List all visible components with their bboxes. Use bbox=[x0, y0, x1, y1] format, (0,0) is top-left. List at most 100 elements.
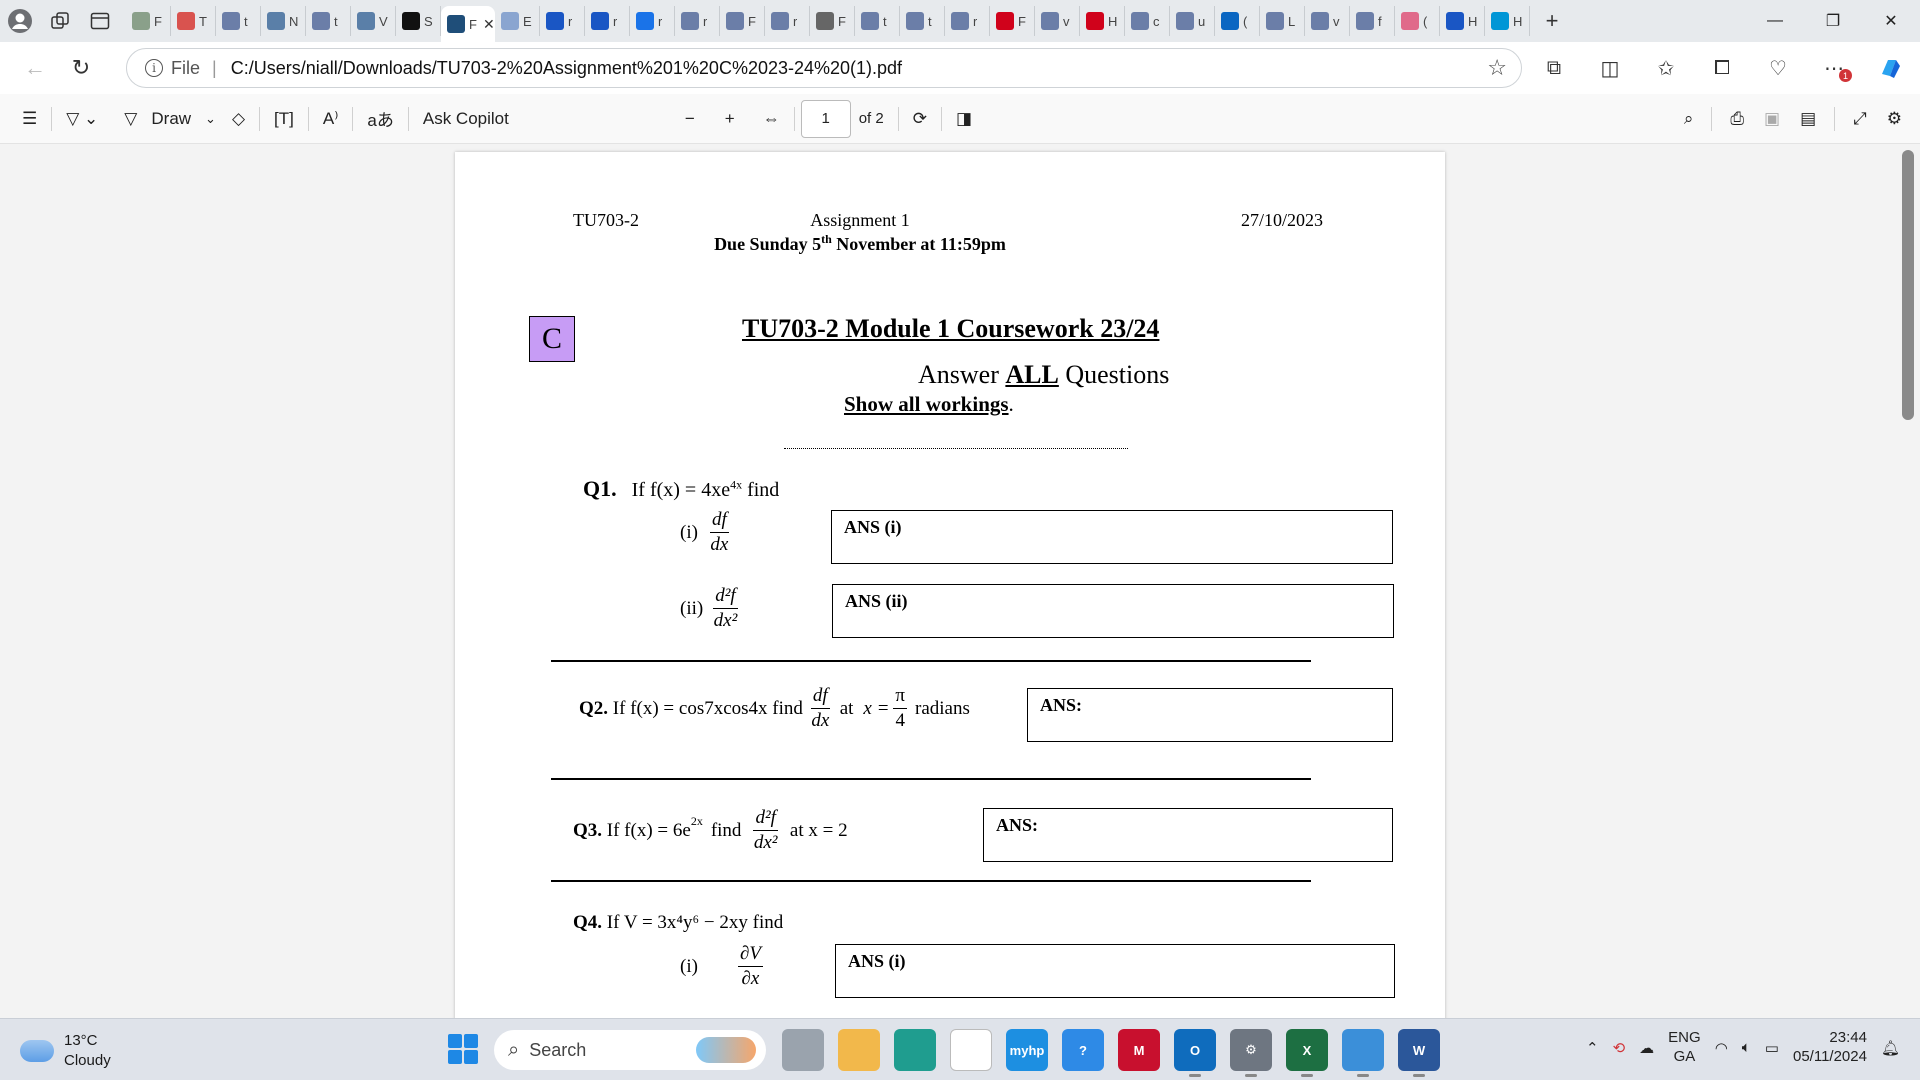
browser-tab[interactable]: F bbox=[126, 6, 171, 36]
read-aloud-button[interactable]: A⁾ bbox=[315, 99, 347, 139]
pdf-viewer[interactable]: TU703-2 Assignment 1 Due Sunday 5th Nove… bbox=[0, 144, 1920, 1018]
taskbar-app-excel[interactable]: X bbox=[1286, 1029, 1328, 1077]
browser-tab[interactable]: F bbox=[810, 6, 855, 36]
taskbar-app-word[interactable]: W bbox=[1398, 1029, 1440, 1077]
find-button[interactable]: ⌕ bbox=[1676, 99, 1702, 139]
fit-page-button[interactable]: ⇔ bbox=[755, 99, 788, 139]
browser-tab[interactable]: F bbox=[720, 6, 765, 36]
browser-tab[interactable]: H bbox=[1440, 6, 1485, 36]
save-as-button[interactable]: ▤ bbox=[1792, 99, 1824, 139]
browser-tab[interactable]: N bbox=[261, 6, 306, 36]
browser-tab[interactable]: L bbox=[1260, 6, 1305, 36]
info-icon[interactable]: i bbox=[145, 59, 163, 77]
close-window-button[interactable]: ✕ bbox=[1862, 0, 1920, 42]
profile-button[interactable] bbox=[0, 4, 40, 38]
browser-tab[interactable]: r bbox=[765, 6, 810, 36]
ask-copilot-button[interactable]: Ask Copilot bbox=[415, 99, 517, 139]
taskbar-app-photos[interactable] bbox=[1342, 1029, 1384, 1077]
onedrive-icon[interactable]: ☁ bbox=[1639, 1039, 1654, 1057]
answer-box-q1-ii[interactable]: ANS (ii) bbox=[832, 584, 1394, 638]
collections-button[interactable]: ⧠ bbox=[1698, 48, 1746, 88]
battery-icon[interactable]: ▭ bbox=[1765, 1039, 1779, 1057]
refresh-button[interactable]: ↻ bbox=[60, 48, 102, 88]
taskbar-app-myhp[interactable]: myhp bbox=[1006, 1029, 1048, 1071]
browser-tab[interactable]: r bbox=[675, 6, 720, 36]
clock[interactable]: 23:44 05/11/2024 bbox=[1793, 1029, 1867, 1067]
translate-button[interactable]: aあ bbox=[359, 99, 401, 139]
save-button[interactable]: ▣ bbox=[1756, 99, 1788, 139]
wifi-icon[interactable]: ◠ bbox=[1715, 1039, 1728, 1057]
browser-tab[interactable]: r bbox=[585, 6, 630, 36]
answer-box-q2[interactable]: ANS: bbox=[1027, 688, 1393, 742]
browser-tab[interactable]: f bbox=[1350, 6, 1395, 36]
page-number-input[interactable]: 1 bbox=[800, 99, 851, 138]
volume-icon[interactable]: 🔈︎ bbox=[1742, 1039, 1751, 1056]
browser-tab[interactable]: t bbox=[216, 6, 261, 36]
print-button[interactable]: ⎙ bbox=[1722, 99, 1752, 139]
workspaces-button[interactable] bbox=[40, 4, 80, 38]
zoom-out-button[interactable]: − bbox=[677, 99, 703, 139]
browser-tab[interactable]: H bbox=[1485, 6, 1530, 36]
settings-more-button[interactable]: ⋯ 1 bbox=[1810, 48, 1858, 88]
copilot-button[interactable] bbox=[1866, 48, 1914, 88]
input-language[interactable]: ENG GA bbox=[1668, 1029, 1701, 1067]
browser-tab[interactable]: r bbox=[540, 6, 585, 36]
extensions-button[interactable]: ⧉ bbox=[1530, 48, 1578, 88]
taskbar-app-help[interactable]: ? bbox=[1062, 1029, 1104, 1071]
taskbar-app-outlook[interactable]: O bbox=[1174, 1029, 1216, 1077]
browser-tab[interactable]: F ✕ bbox=[441, 6, 495, 42]
browser-tab[interactable]: H bbox=[1080, 6, 1125, 36]
browser-tab[interactable]: T bbox=[171, 6, 216, 36]
zoom-in-button[interactable]: + bbox=[717, 99, 743, 139]
restore-button[interactable]: ❐ bbox=[1804, 0, 1862, 42]
answer-box-q3[interactable]: ANS: bbox=[983, 808, 1393, 862]
answer-box-q1-i[interactable]: ANS (i) bbox=[831, 510, 1393, 564]
highlight-button[interactable]: ▽ ⌄ bbox=[58, 99, 106, 139]
notifications-bell-icon[interactable]: 🔔︎ bbox=[1881, 1039, 1900, 1057]
contents-button[interactable]: ☰ bbox=[14, 99, 45, 139]
browser-tab[interactable]: v bbox=[1035, 6, 1080, 36]
taskbar-app-edge[interactable] bbox=[894, 1029, 936, 1071]
browser-tab[interactable]: S bbox=[396, 6, 441, 36]
browser-tab[interactable]: t bbox=[306, 6, 351, 36]
vertical-tabs-button[interactable] bbox=[80, 4, 120, 38]
favorite-star-icon[interactable]: ☆ bbox=[1487, 55, 1507, 81]
browser-tab[interactable]: c bbox=[1125, 6, 1170, 36]
new-tab-button[interactable]: + bbox=[1534, 4, 1570, 38]
minimize-button[interactable]: — bbox=[1746, 0, 1804, 42]
sync-icon[interactable]: ⟲ bbox=[1613, 1039, 1626, 1057]
draw-button[interactable]: ▽ Draw ⌄ bbox=[116, 99, 224, 139]
taskbar-app-mcafee[interactable]: M bbox=[1118, 1029, 1160, 1071]
vertical-scrollbar[interactable] bbox=[1902, 150, 1914, 420]
browser-tab[interactable]: u bbox=[1170, 6, 1215, 36]
taskbar-app-store[interactable] bbox=[950, 1029, 992, 1071]
taskbar-app-file-explorer[interactable] bbox=[838, 1029, 880, 1071]
browser-tab[interactable]: E bbox=[495, 6, 540, 36]
taskbar-app-settings[interactable]: ⚙ bbox=[1230, 1029, 1272, 1077]
favorites-button[interactable]: ✩ bbox=[1642, 48, 1690, 88]
browser-tab[interactable]: V bbox=[351, 6, 396, 36]
browser-tab[interactable]: t bbox=[855, 6, 900, 36]
start-button[interactable] bbox=[448, 1034, 478, 1064]
add-text-button[interactable]: [T] bbox=[266, 99, 302, 139]
show-hidden-icons-button[interactable]: ⌃ bbox=[1586, 1039, 1599, 1057]
taskbar-search[interactable]: ⌕ Search bbox=[494, 1030, 766, 1070]
answer-box-q4-i[interactable]: ANS (i) bbox=[835, 944, 1395, 998]
page-view-button[interactable]: ◨ bbox=[948, 99, 980, 139]
address-input[interactable]: i File | C:/Users/niall/Downloads/TU703-… bbox=[126, 48, 1522, 88]
browser-tab[interactable]: ( bbox=[1215, 6, 1260, 36]
fullscreen-button[interactable]: ⤢ bbox=[1845, 99, 1875, 139]
browser-tab[interactable]: F bbox=[990, 6, 1035, 36]
browser-tab[interactable]: r bbox=[630, 6, 675, 36]
rotate-button[interactable]: ⟳ bbox=[905, 99, 935, 139]
erase-button[interactable]: ◇ bbox=[224, 99, 253, 139]
back-button[interactable]: ← bbox=[14, 48, 56, 88]
weather-widget[interactable]: 13°C Cloudy bbox=[20, 1031, 111, 1070]
split-screen-button[interactable]: ◫ bbox=[1586, 48, 1634, 88]
browser-tab[interactable]: v bbox=[1305, 6, 1350, 36]
pdf-settings-button[interactable]: ⚙ bbox=[1879, 99, 1910, 139]
browser-tab[interactable]: r bbox=[945, 6, 990, 36]
browser-tab[interactable]: t bbox=[900, 6, 945, 36]
taskbar-app-task-view[interactable] bbox=[782, 1029, 824, 1071]
browser-essentials-button[interactable]: ♡ bbox=[1754, 48, 1802, 88]
